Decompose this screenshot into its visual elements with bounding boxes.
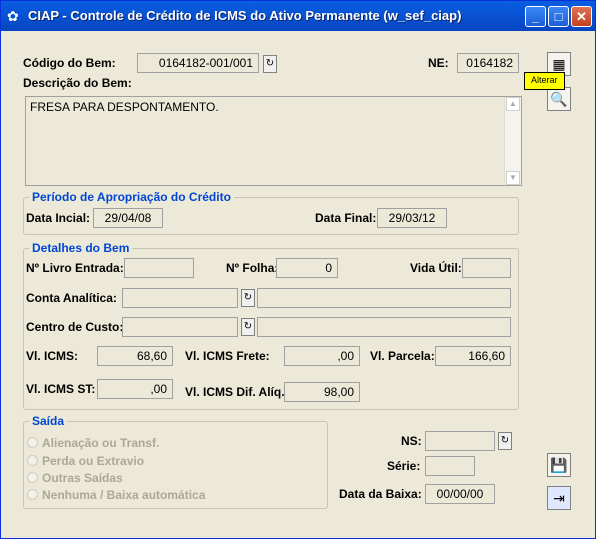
codigo-lookup-button[interactable]: ↻ [263, 55, 277, 73]
conta-field[interactable] [122, 288, 238, 308]
scroll-up-icon[interactable]: ▲ [506, 97, 520, 111]
outras-label: Outras Saídas [42, 471, 123, 485]
frete-field[interactable]: ,00 [284, 346, 360, 366]
centro-label: Centro de Custo: [26, 320, 124, 334]
vida-util-label: Vida Útil: [410, 261, 462, 275]
data-final-label: Data Final: [315, 211, 377, 225]
alienacao-radio[interactable] [27, 437, 38, 448]
periodo-title: Período de Apropriação do Crédito [29, 190, 234, 204]
vida-util-field[interactable] [462, 258, 511, 278]
parcela-field[interactable]: 166,60 [435, 346, 511, 366]
codigo-field[interactable]: 0164182-001/001 [137, 53, 259, 73]
difal-label: Vl. ICMS Dif. Alíq.: [185, 385, 289, 399]
parcela-label: Vl. Parcela: [370, 349, 435, 363]
icms-st-field[interactable]: ,00 [97, 379, 173, 399]
ciap-window: ✿ CIAP - Controle de Crédito de ICMS do … [0, 0, 596, 539]
exit-door-icon[interactable]: ⇥ [547, 486, 571, 510]
ns-field[interactable] [425, 431, 495, 451]
scroll-down-icon[interactable]: ▼ [506, 171, 520, 185]
data-inicial-label: Data Incial: [26, 211, 91, 225]
perda-radio[interactable] [27, 455, 38, 466]
title-bar[interactable]: ✿ CIAP - Controle de Crédito de ICMS do … [1, 1, 595, 31]
livro-field[interactable] [124, 258, 194, 278]
centro-field[interactable] [122, 317, 238, 337]
livro-label: Nº Livro Entrada: [26, 261, 124, 275]
codigo-label: Código do Bem: [23, 56, 116, 70]
preview-search-icon[interactable]: 🔍 [547, 87, 571, 111]
data-final-field[interactable]: 29/03/12 [377, 208, 447, 228]
conta-label: Conta Analítica: [26, 291, 117, 305]
serie-field[interactable] [425, 456, 475, 476]
folha-field[interactable]: 0 [276, 258, 338, 278]
folha-label: Nº Folha: [226, 261, 279, 275]
saida-title: Saída [29, 414, 68, 428]
detalhes-title: Detalhes do Bem [29, 241, 133, 255]
icms-label: Vl. ICMS: [26, 349, 79, 363]
descricao-label: Descrição do Bem: [23, 76, 132, 90]
ns-lookup-button[interactable]: ↻ [498, 432, 512, 450]
frete-label: Vl. ICMS Frete: [185, 349, 270, 363]
nenhuma-radio[interactable] [27, 489, 38, 500]
serie-label: Série: [387, 459, 421, 473]
form-area: Código do Bem: 0164182-001/001 ↻ NE: 016… [5, 32, 592, 534]
descricao-textarea[interactable]: FRESA PARA DESPONTAMENTO. ▲ ▼ [25, 96, 522, 186]
outras-radio[interactable] [27, 472, 38, 483]
window-title: CIAP - Controle de Crédito de ICMS do At… [28, 8, 462, 23]
data-baixa-label: Data da Baixa: [339, 487, 422, 501]
centro-desc-field [257, 317, 511, 337]
data-baixa-field[interactable]: 00/00/00 [425, 484, 495, 504]
tooltip-alterar: Alterar [524, 72, 565, 90]
conta-desc-field [257, 288, 511, 308]
icms-field[interactable]: 68,60 [97, 346, 173, 366]
icms-st-label: Vl. ICMS ST: [26, 382, 96, 396]
data-inicial-field[interactable]: 29/04/08 [93, 208, 163, 228]
conta-lookup-button[interactable]: ↻ [241, 289, 255, 307]
descricao-scrollbar[interactable]: ▲ ▼ [504, 97, 521, 185]
minimize-button[interactable]: _ [525, 6, 546, 27]
centro-lookup-button[interactable]: ↻ [241, 318, 255, 336]
ns-label: NS: [401, 434, 422, 448]
save-disk-icon[interactable]: 💾 [547, 453, 571, 477]
ne-label: NE: [428, 56, 449, 70]
nenhuma-label: Nenhuma / Baixa automática [42, 488, 206, 502]
difal-field[interactable]: 98,00 [284, 382, 360, 402]
ne-field[interactable]: 0164182 [457, 53, 519, 73]
descricao-text: FRESA PARA DESPONTAMENTO. [30, 100, 219, 114]
app-icon: ✿ [7, 8, 19, 24]
close-button[interactable]: ✕ [571, 6, 592, 27]
alienacao-label: Alienação ou Transf. [42, 436, 160, 450]
perda-label: Perda ou Extravio [42, 454, 145, 468]
maximize-button[interactable]: □ [548, 6, 569, 27]
